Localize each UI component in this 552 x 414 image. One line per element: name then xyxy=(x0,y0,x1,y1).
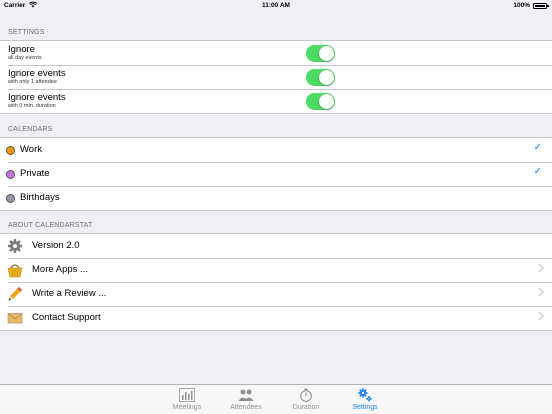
chevron-right-icon xyxy=(538,311,544,324)
stopwatch-icon xyxy=(298,388,314,402)
ignore-all-day-toggle[interactable] xyxy=(306,45,335,62)
calendar-color-dot xyxy=(6,146,15,155)
about-row-write-review[interactable]: Write a Review ... xyxy=(0,282,552,306)
chevron-right-icon xyxy=(538,263,544,276)
settings-group: Ignore all day events Ignore events with… xyxy=(0,40,552,114)
setting-subtitle: with 0 min. duration xyxy=(8,103,56,109)
settings-section-header: SETTINGS xyxy=(8,29,45,36)
bar-chart-icon xyxy=(179,388,195,402)
setting-title: Ignore xyxy=(8,44,35,55)
setting-row-one-attendee: Ignore events with only 1 attendee xyxy=(0,65,552,89)
tab-label: Settings xyxy=(352,404,378,411)
tab-bar: Meetings Attendees Duration Settings xyxy=(0,384,552,414)
toggle-knob xyxy=(319,46,334,61)
basket-icon xyxy=(7,262,23,278)
contact-support-label: Contact Support xyxy=(32,312,101,323)
about-group: Version 2.0 More Apps ... Write a Review… xyxy=(0,233,552,331)
tab-label: Attendees xyxy=(230,404,262,411)
calendar-color-dot xyxy=(6,194,15,203)
calendar-color-dot xyxy=(6,170,15,179)
calendar-label: Work xyxy=(20,144,42,155)
gears-icon xyxy=(357,388,373,402)
tab-attendees[interactable]: Attendees xyxy=(221,388,271,411)
checkmark-icon: ✓ xyxy=(533,166,542,177)
calendar-row-work[interactable]: Work ✓ xyxy=(0,138,552,162)
setting-row-zero-duration: Ignore events with 0 min. duration xyxy=(0,89,552,113)
setting-subtitle: all day events xyxy=(8,55,42,61)
setting-title: Ignore events xyxy=(8,68,66,79)
setting-title: Ignore events xyxy=(8,92,66,103)
about-row-contact-support[interactable]: Contact Support xyxy=(0,306,552,330)
calendar-row-private[interactable]: Private ✓ xyxy=(0,162,552,186)
calendar-label: Private xyxy=(20,168,50,179)
people-icon xyxy=(238,388,254,402)
tab-label: Duration xyxy=(292,404,320,411)
ignore-zero-duration-toggle[interactable] xyxy=(306,93,335,110)
ignore-one-attendee-toggle[interactable] xyxy=(306,69,335,86)
about-row-version: Version 2.0 xyxy=(0,234,552,258)
tab-label: Meetings xyxy=(172,404,202,411)
toggle-knob xyxy=(319,94,334,109)
battery-icon xyxy=(533,3,549,9)
tab-meetings[interactable]: Meetings xyxy=(162,388,212,411)
gear-icon xyxy=(7,238,23,254)
setting-row-all-day: Ignore all day events xyxy=(0,41,552,65)
about-row-more-apps[interactable]: More Apps ... xyxy=(0,258,552,282)
version-label: Version 2.0 xyxy=(32,240,80,251)
tab-duration[interactable]: Duration xyxy=(281,388,331,411)
tab-settings[interactable]: Settings xyxy=(340,388,390,411)
calendar-row-birthdays[interactable]: Birthdays xyxy=(0,186,552,210)
calendar-label: Birthdays xyxy=(20,192,60,203)
envelope-icon xyxy=(7,310,23,326)
checkmark-icon: ✓ xyxy=(533,142,542,153)
status-bar: Carrier 11:00 AM 100% xyxy=(0,0,552,12)
more-apps-label: More Apps ... xyxy=(32,264,88,275)
setting-subtitle: with only 1 attendee xyxy=(8,79,57,85)
calendars-group: Work ✓ Private ✓ Birthdays xyxy=(0,137,552,211)
status-time: 11:00 AM xyxy=(262,2,290,9)
about-section-header: ABOUT CALENDARSTAT xyxy=(8,222,93,229)
battery-percent: 100% xyxy=(513,2,530,9)
calendars-section-header: CALENDARS xyxy=(8,126,53,133)
write-review-label: Write a Review ... xyxy=(32,288,107,299)
pencil-icon xyxy=(7,286,23,302)
toggle-knob xyxy=(319,70,334,85)
chevron-right-icon xyxy=(538,287,544,300)
